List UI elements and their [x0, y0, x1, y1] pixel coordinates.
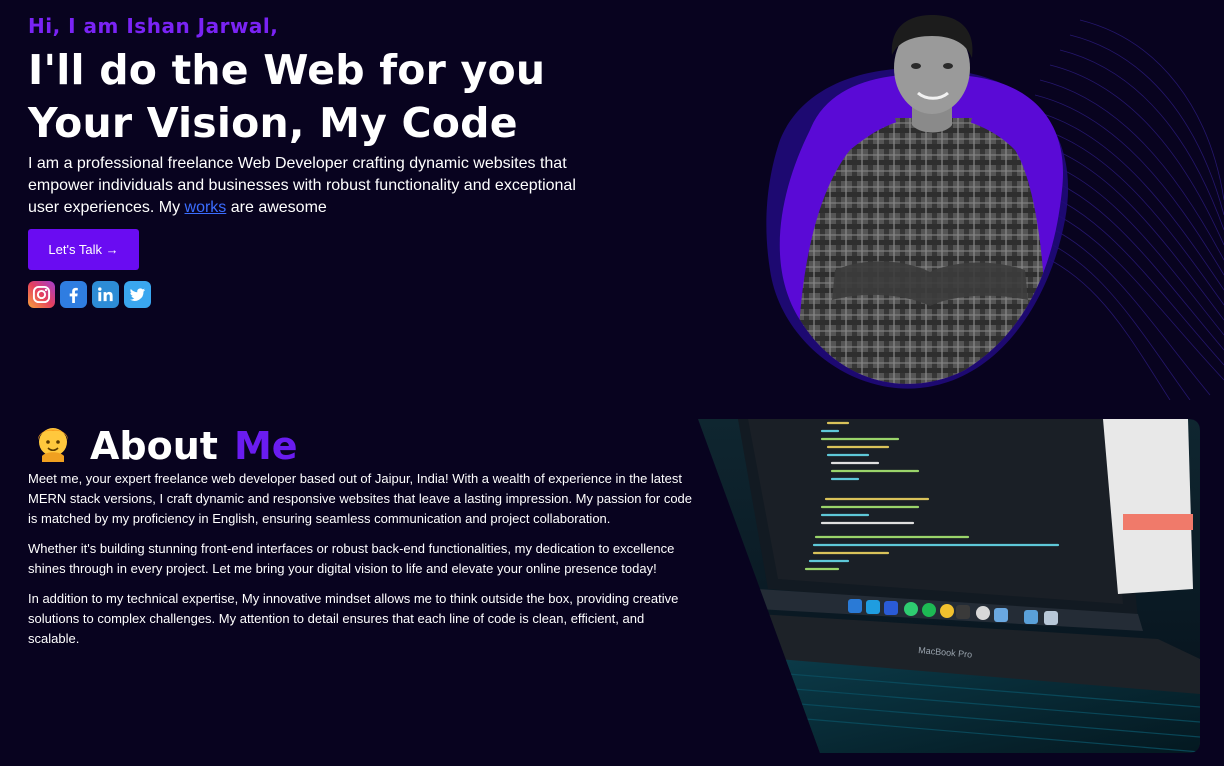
lets-talk-button[interactable]: Let's Talk → [28, 229, 139, 270]
headline: I'll do the Web for you Your Vision, My … [28, 44, 545, 150]
headline-line-2: Your Vision, My Code [28, 99, 518, 147]
facebook-icon[interactable] [60, 281, 87, 308]
portrait-illustration [766, 15, 1224, 401]
headline-line-1: I'll do the Web for you [28, 46, 546, 94]
greeting-text: Hi, I am Ishan Jarwal, [28, 14, 279, 38]
hero-section: Hi, I am Ishan Jarwal, I'll do the Web f… [0, 0, 1224, 401]
about-paragraph-3: In addition to my technical expertise, M… [28, 591, 679, 646]
about-title-white: About [90, 423, 218, 468]
linkedin-icon[interactable] [92, 281, 119, 308]
about-paragraph-1: Meet me, your expert freelance web devel… [28, 471, 693, 526]
about-paragraph-2: Whether it's building stunning front-end… [28, 541, 675, 576]
about-text: Meet me, your expert freelance web devel… [28, 469, 698, 659]
intro-text-end: are awesome [226, 199, 327, 216]
person-head [891, 15, 973, 148]
works-link[interactable]: works [185, 199, 227, 216]
laptop-image: MacBook Pro [698, 419, 1200, 753]
about-title: About Me [32, 420, 298, 471]
intro-text: I am a professional freelance Web Develo… [28, 153, 608, 219]
person-emoji-icon [32, 420, 74, 471]
about-title-accent: Me [233, 423, 298, 468]
social-links [28, 281, 151, 308]
portrait-area [740, 0, 1224, 401]
twitter-icon[interactable] [124, 281, 151, 308]
instagram-icon[interactable] [28, 281, 55, 308]
